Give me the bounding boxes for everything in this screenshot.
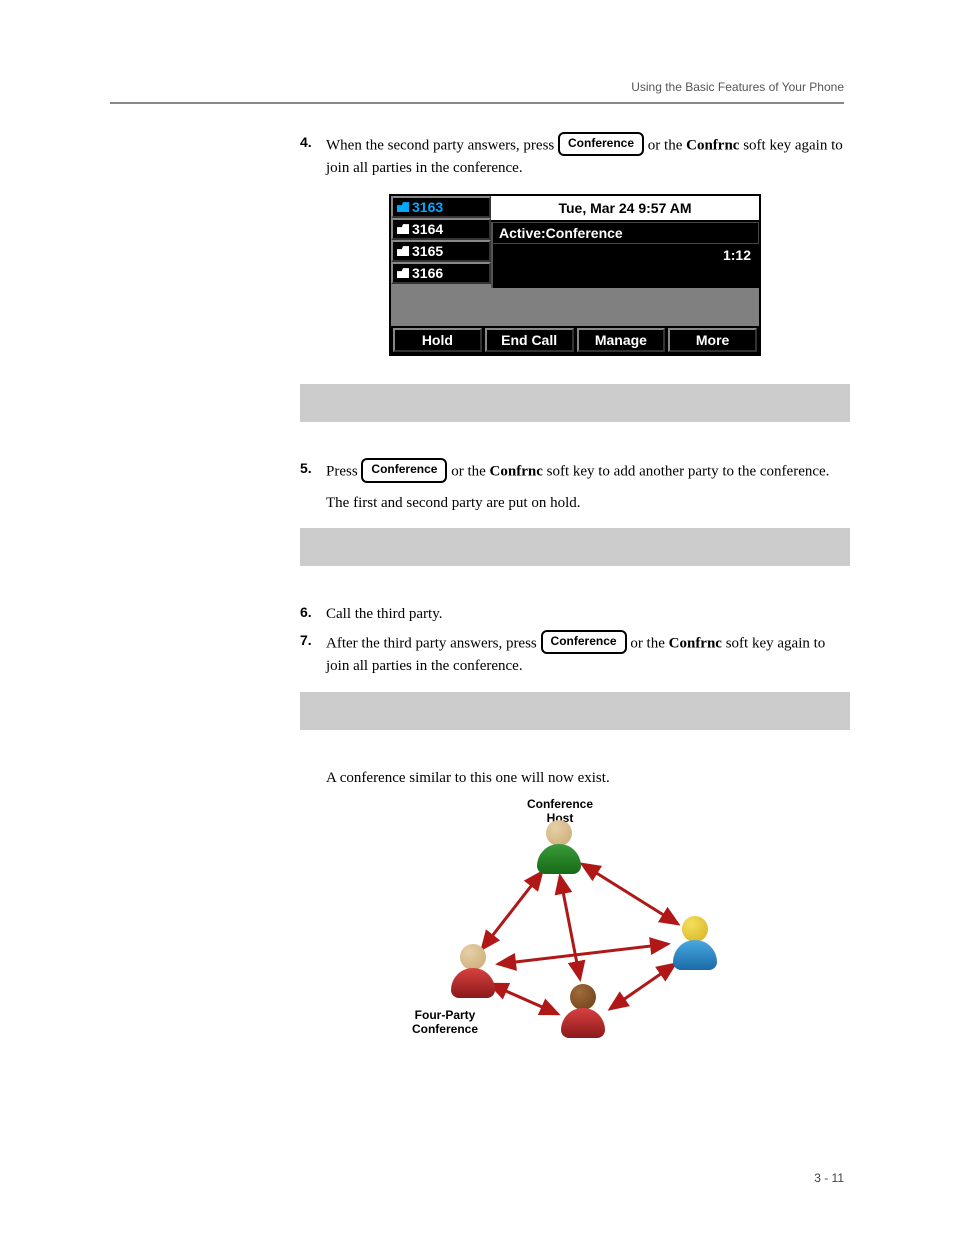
diagram-title: Four-PartyConference [400, 1009, 490, 1037]
text: soft key to add another party to the con… [543, 464, 830, 480]
page-header: Using the Basic Features of Your Phone [110, 80, 844, 94]
confrnc-label: Confrnc [686, 138, 739, 154]
step-number: 4. [300, 134, 326, 180]
person-bottom-icon [560, 984, 606, 1040]
conference-button-icon: Conference [541, 630, 627, 654]
phone-icon [397, 224, 409, 234]
ext-number: 3166 [412, 265, 443, 281]
confrnc-label: Confrnc [669, 636, 722, 652]
step-6: 6. Call the third party. [300, 604, 850, 626]
step-5: 5. Press Conference or the Confrnc soft … [300, 460, 850, 484]
header-rule [110, 102, 844, 104]
phone-titlebar: Tue, Mar 24 9:57 AM [491, 196, 759, 222]
extension: 3165 [391, 240, 491, 262]
softkey-manage[interactable]: Manage [577, 328, 666, 352]
softkey-hold[interactable]: Hold [393, 328, 482, 352]
person-left-icon [450, 944, 496, 1000]
extension-column: 3163 3164 3165 3166 [391, 196, 491, 288]
phone-screenshot: 3163 3164 3165 3166 Tue, Mar 24 9:57 AM … [389, 194, 761, 356]
text: or the [648, 138, 686, 154]
softkey-more[interactable]: More [668, 328, 757, 352]
step-7: 7. After the third party answers, press … [300, 632, 850, 678]
separator-bar [300, 528, 850, 566]
confrnc-label: Confrnc [490, 464, 543, 480]
text: After the third party answers, press [326, 636, 541, 652]
page-number: 3 - 11 [814, 1171, 844, 1185]
step-number: 6. [300, 604, 326, 626]
conference-button-icon: Conference [361, 458, 447, 482]
text: Press [326, 464, 361, 480]
phone-blank [491, 266, 759, 288]
phone-softkeys: Hold End Call Manage More [391, 326, 759, 354]
step-body: Press Conference or the Confrnc soft key… [326, 460, 850, 484]
extension-active: 3163 [391, 196, 491, 218]
phone-status: Active:Conference [491, 222, 759, 244]
main-content: 4. When the second party answers, press … [300, 134, 850, 1054]
phone-icon [397, 202, 409, 212]
text: or the [630, 636, 668, 652]
conference-diagram: ConferenceHost Four-PartyConference [410, 804, 740, 1054]
step-body: Call the third party. [326, 604, 850, 626]
extension: 3164 [391, 218, 491, 240]
separator-bar [300, 692, 850, 730]
ext-number: 3164 [412, 221, 443, 237]
step-number: 7. [300, 632, 326, 678]
separator-bar [300, 384, 850, 422]
step-number: 5. [300, 460, 326, 484]
step-body: When the second party answers, press Con… [326, 134, 850, 180]
phone-grey-band [391, 288, 759, 326]
phone-icon [397, 246, 409, 256]
phone-main-column: Tue, Mar 24 9:57 AM Active:Conference 1:… [491, 196, 759, 288]
step-5-note: The first and second party are put on ho… [326, 493, 850, 515]
step-body: After the third party answers, press Con… [326, 632, 850, 678]
step-4: 4. When the second party answers, press … [300, 134, 850, 180]
extension: 3166 [391, 262, 491, 284]
phone-icon [397, 268, 409, 278]
conference-button-icon: Conference [558, 132, 644, 156]
text: or the [451, 464, 489, 480]
text: When the second party answers, press [326, 138, 558, 154]
phone-timer: 1:12 [491, 244, 759, 266]
diagram-intro: A conference similar to this one will no… [326, 768, 850, 790]
softkey-endcall[interactable]: End Call [485, 328, 574, 352]
ext-number: 3165 [412, 243, 443, 259]
ext-number: 3163 [412, 199, 443, 215]
person-host-icon [536, 820, 582, 876]
person-right-icon [672, 916, 718, 972]
